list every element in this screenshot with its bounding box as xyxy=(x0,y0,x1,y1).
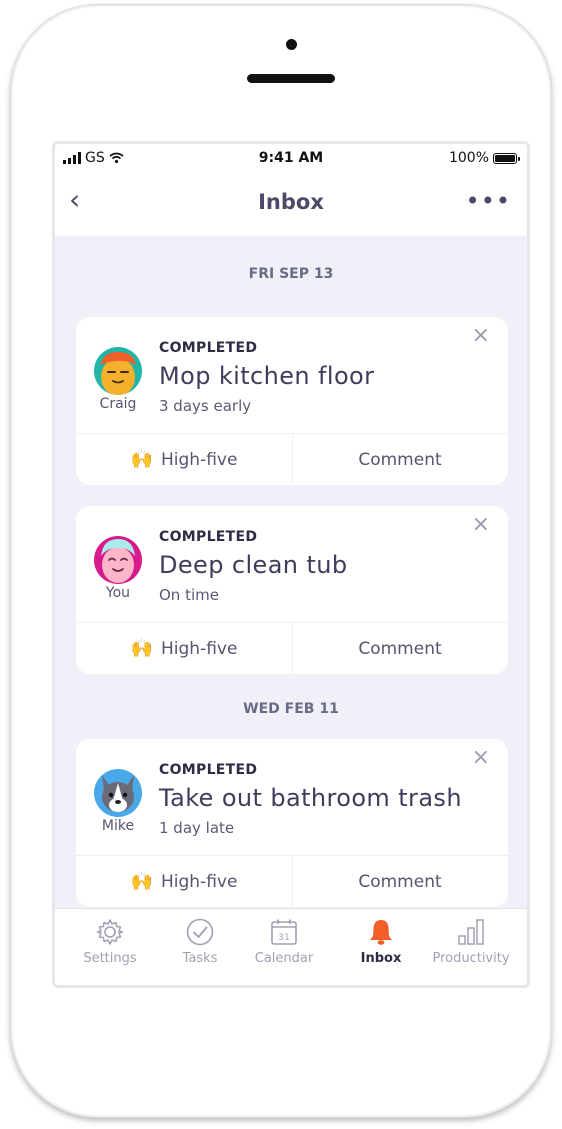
timing-label: On time xyxy=(159,586,219,604)
raised-hands-icon: 🙌 xyxy=(130,449,153,470)
avatar-name: Mike xyxy=(101,818,135,834)
dismiss-button[interactable]: × xyxy=(472,325,490,347)
status-label: COMPLETED xyxy=(159,529,258,545)
date-header: FRI SEP 13 xyxy=(248,266,334,282)
raised-hands-icon: 🙌 xyxy=(130,638,153,659)
battery-icon xyxy=(493,152,520,164)
comment-button[interactable]: Comment xyxy=(292,623,508,674)
raised-hands-icon: 🙌 xyxy=(130,871,153,892)
tab-label: Calendar xyxy=(254,951,314,966)
comment-label: Comment xyxy=(358,449,442,470)
tab-settings[interactable]: Settings xyxy=(65,917,155,966)
app-screen: GS 9:41 AM 100% ‹ Inbox ••• FRI SEP 13 C… xyxy=(52,141,530,988)
high-five-label: High-five xyxy=(160,449,238,470)
high-five-button[interactable]: 🙌 High-five xyxy=(76,434,292,485)
activity-card: Craig COMPLETED Mop kitchen floor 3 days… xyxy=(76,317,508,485)
bell-icon xyxy=(370,920,392,945)
tab-label: Inbox xyxy=(360,951,402,966)
high-five-label: High-five xyxy=(160,638,238,659)
tab-label: Productivity xyxy=(432,951,510,966)
speaker xyxy=(247,74,335,83)
avatar-you xyxy=(94,536,142,584)
calendar-icon: 31 xyxy=(271,919,297,945)
activity-card: You COMPLETED Deep clean tub On time × 🙌… xyxy=(76,506,508,674)
dismiss-button[interactable]: × xyxy=(472,514,490,536)
dismiss-button[interactable]: × xyxy=(472,747,490,769)
date-header: WED FEB 11 xyxy=(243,701,339,717)
high-five-button[interactable]: 🙌 High-five xyxy=(76,856,292,907)
gear-icon xyxy=(96,919,124,945)
battery-percent: 100% xyxy=(448,150,489,166)
comment-label: Comment xyxy=(358,871,442,892)
status-bar: GS 9:41 AM 100% xyxy=(55,144,527,174)
avatar-name: You xyxy=(105,585,131,601)
task-title: Mop kitchen floor xyxy=(159,362,375,390)
check-circle-icon xyxy=(186,918,214,946)
comment-label: Comment xyxy=(358,638,442,659)
high-five-button[interactable]: 🙌 High-five xyxy=(76,623,292,674)
comment-button[interactable]: Comment xyxy=(292,856,508,907)
activity-card: Mike COMPLETED Take out bathroom trash 1… xyxy=(76,739,508,907)
tab-calendar[interactable]: 31 Calendar xyxy=(239,917,329,966)
task-title: Deep clean tub xyxy=(159,551,348,579)
more-options-button[interactable]: ••• xyxy=(466,187,511,215)
page-title: Inbox xyxy=(258,190,324,214)
comment-button[interactable]: Comment xyxy=(292,434,508,485)
tab-tasks[interactable]: Tasks xyxy=(155,917,245,966)
status-label: COMPLETED xyxy=(159,340,258,356)
tab-label: Settings xyxy=(83,951,137,966)
timing-label: 3 days early xyxy=(159,397,252,415)
high-five-label: High-five xyxy=(160,871,238,892)
bar-chart-icon xyxy=(458,919,484,945)
inbox-feed[interactable]: FRI SEP 13 Craig COMPLETED Mop kitchen f… xyxy=(55,236,527,915)
tab-bar: Settings Tasks 31 Calendar Inbox Product… xyxy=(55,908,527,985)
tab-label: Tasks xyxy=(182,951,218,966)
nav-bar: ‹ Inbox ••• xyxy=(55,174,527,236)
calendar-day: 31 xyxy=(278,933,289,943)
avatar-name: Craig xyxy=(99,396,137,412)
status-right: 100% xyxy=(448,150,520,166)
timing-label: 1 day late xyxy=(159,819,235,837)
avatar-craig xyxy=(94,347,142,395)
phone-frame: GS 9:41 AM 100% ‹ Inbox ••• FRI SEP 13 C… xyxy=(10,4,552,1118)
tab-productivity[interactable]: Productivity xyxy=(426,917,516,966)
task-title: Take out bathroom trash xyxy=(159,784,462,812)
tab-inbox[interactable]: Inbox xyxy=(336,917,426,966)
status-label: COMPLETED xyxy=(159,762,258,778)
camera xyxy=(286,39,297,50)
avatar-mike xyxy=(94,769,142,817)
